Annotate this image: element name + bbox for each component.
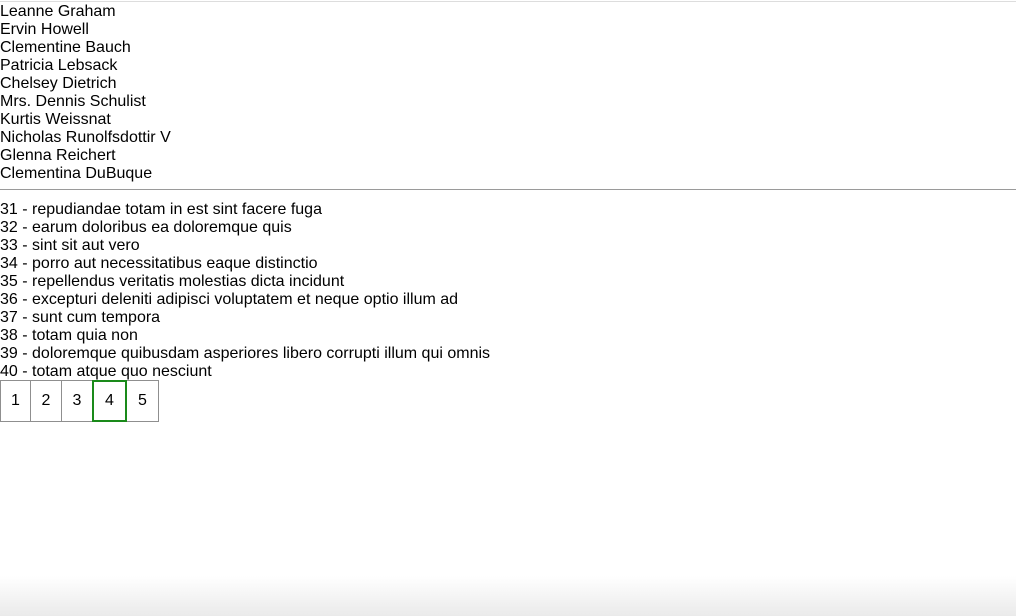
page-button-3[interactable]: 3 <box>61 380 93 422</box>
user-list-item: Clementine Bauch <box>0 39 131 56</box>
user-list-item: Mrs. Dennis Schulist <box>0 93 146 110</box>
user-list-item: Ervin Howell <box>0 21 89 38</box>
page-button-5[interactable]: 5 <box>126 380 159 422</box>
post-list-item: 40 - totam atque quo nesciunt <box>0 363 212 380</box>
section-divider <box>0 189 1016 190</box>
post-list-item: 33 - sint sit aut vero <box>0 237 140 254</box>
user-list: Leanne Graham Ervin Howell Clementine Ba… <box>0 3 171 183</box>
window-bottom-shadow <box>0 576 1016 616</box>
user-list-item: Nicholas Runolfsdottir V <box>0 129 171 146</box>
user-list-item: Kurtis Weissnat <box>0 111 111 128</box>
post-list-item: 31 - repudiandae totam in est sint facer… <box>0 201 322 218</box>
user-list-item: Patricia Lebsack <box>0 57 118 74</box>
user-list-item: Glenna Reichert <box>0 147 116 164</box>
pagination: 1 2 3 4 5 <box>0 380 159 422</box>
page-button-4[interactable]: 4 <box>92 380 127 422</box>
post-list: 31 - repudiandae totam in est sint facer… <box>0 201 490 381</box>
post-list-item: 32 - earum doloribus ea doloremque quis <box>0 219 292 236</box>
post-list-item: 39 - doloremque quibusdam asperiores lib… <box>0 345 491 362</box>
user-list-item: Chelsey Dietrich <box>0 75 117 92</box>
top-divider <box>0 1 1016 2</box>
page-button-2[interactable]: 2 <box>30 380 62 422</box>
post-list-item: 34 - porro aut necessitatibus eaque dist… <box>0 255 318 272</box>
post-list-item: 36 - excepturi deleniti adipisci volupta… <box>0 291 459 308</box>
post-list-item: 35 - repellendus veritatis molestias dic… <box>0 273 345 290</box>
user-list-item: Clementina DuBuque <box>0 165 153 182</box>
user-list-item: Leanne Graham <box>0 3 116 20</box>
post-list-item: 38 - totam quia non <box>0 327 138 344</box>
page-button-1[interactable]: 1 <box>0 380 31 422</box>
post-list-item: 37 - sunt cum tempora <box>0 309 161 326</box>
